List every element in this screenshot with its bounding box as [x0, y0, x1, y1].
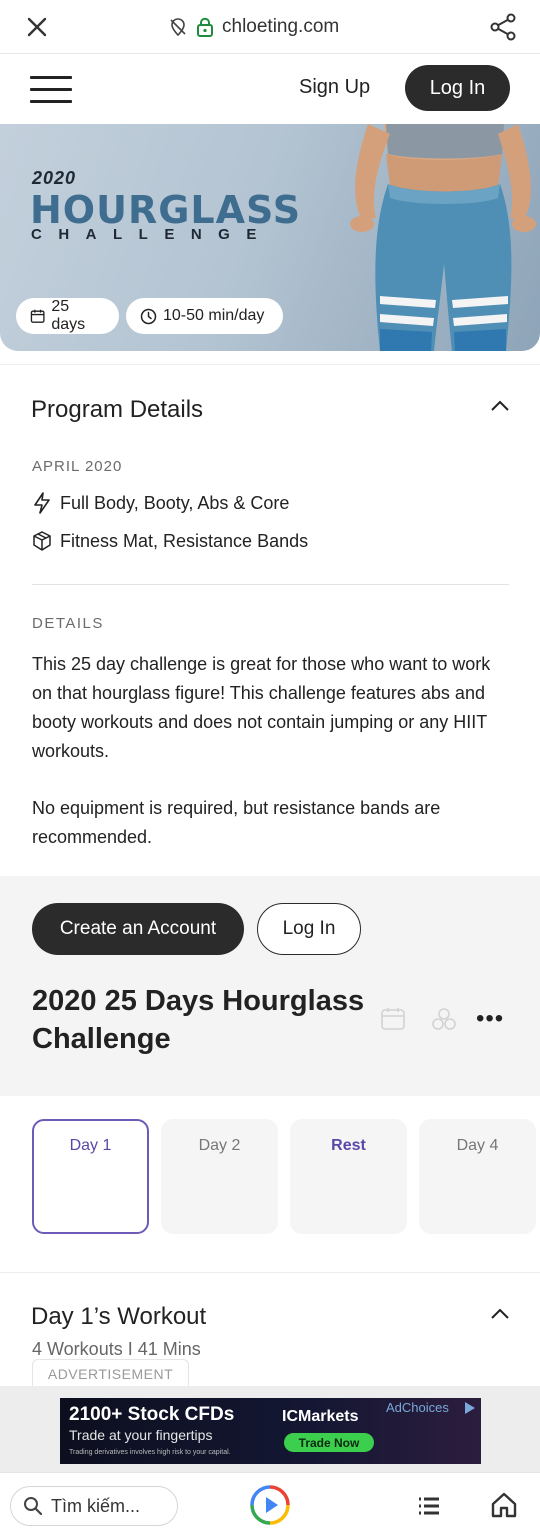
time-chip-label: 10-50 min/day [163, 307, 265, 324]
program-details-section: Program Details APRIL 2020 Full Body, Bo… [0, 364, 540, 876]
location-off-icon [170, 18, 186, 37]
more-options-icon[interactable]: ••• [476, 1006, 506, 1032]
calendar-add-icon[interactable] [380, 1006, 406, 1032]
day-card-rest[interactable]: Rest [290, 1119, 407, 1234]
hero-banner: 2020 HOURGLASS CHALLENGE 25 days 10-50 m… [0, 124, 540, 351]
program-description-equipment: No equipment is required, but resistance… [32, 798, 441, 847]
community-icon[interactable] [431, 1006, 457, 1032]
duration-chip-label: 25 days [51, 298, 86, 333]
day-card-1[interactable]: Day 1 [32, 1119, 149, 1234]
ad-banner[interactable]: 2100+ Stock CFDs Trade at your fingertip… [60, 1398, 481, 1464]
search-icon [24, 1497, 43, 1516]
lightning-icon [34, 492, 50, 514]
url-bar[interactable]: chloeting.com [168, 14, 339, 40]
menu-icon[interactable] [30, 76, 72, 104]
search-placeholder: Tìm kiếm... [51, 1495, 140, 1516]
create-account-button[interactable]: Create an Account [32, 903, 244, 955]
clock-icon [140, 308, 157, 324]
url-text: chloeting.com [222, 16, 340, 37]
day-selector: Day 1 Day 2 Rest Day 4 [0, 1096, 540, 1258]
signup-link[interactable]: Sign Up [299, 76, 370, 99]
ad-choices-label[interactable]: AdChoices [386, 1400, 449, 1415]
ad-cta-button[interactable]: Trade Now [284, 1433, 374, 1452]
chevron-up-icon[interactable] [488, 395, 512, 419]
lock-icon [197, 17, 213, 37]
equipment-row: Fitness Mat, Resistance Bands [32, 530, 308, 552]
box-icon [33, 531, 51, 551]
day-card-4[interactable]: Day 4 [419, 1119, 536, 1234]
ad-fineprint: Trading derivatives involves high risk t… [69, 1449, 231, 1456]
share-icon[interactable] [488, 12, 518, 42]
duration-chip: 25 days [16, 298, 119, 334]
focus-row: Full Body, Booty, Abs & Core [32, 492, 289, 514]
browser-toolbar: chloeting.com [0, 0, 540, 54]
workout-section: Day 1’s Workout 4 Workouts I 41 Mins ADV… [0, 1272, 540, 1392]
account-section: Create an Account Log In 2020 25 Days Ho… [0, 876, 540, 1096]
hero-model-image [350, 124, 536, 351]
login-button[interactable]: Log In [405, 65, 510, 111]
details-label: DETAILS [32, 615, 104, 632]
ad-subline: Trade at your fingertips [69, 1427, 213, 1443]
ad-zone: 2100+ Stock CFDs Trade at your fingertip… [0, 1386, 540, 1472]
divider [32, 584, 509, 585]
calendar-icon [30, 309, 45, 323]
workout-title: Day 1’s Workout [31, 1303, 207, 1330]
login-outline-button[interactable]: Log In [257, 903, 361, 955]
day-card-2[interactable]: Day 2 [161, 1119, 278, 1234]
workout-summary: 4 Workouts I 41 Mins [32, 1339, 201, 1359]
bottom-navigation: Tìm kiếm... [0, 1472, 540, 1537]
ad-headline: 2100+ Stock CFDs [69, 1404, 235, 1425]
equipment-text: Fitness Mat, Resistance Bands [60, 530, 309, 551]
play-icon[interactable] [250, 1485, 290, 1525]
challenge-title: 2020 25 Days Hourglass Challenge [32, 985, 365, 1055]
adchoices-icon[interactable] [462, 1400, 478, 1416]
hero-year: 2020 [32, 168, 77, 188]
search-input[interactable]: Tìm kiếm... [10, 1486, 178, 1526]
home-icon[interactable] [490, 1491, 518, 1519]
time-chip: 10-50 min/day [126, 298, 283, 334]
chevron-up-icon[interactable] [488, 1303, 512, 1327]
close-icon[interactable] [22, 12, 52, 42]
program-description: This 25 day challenge is great for those… [32, 654, 491, 761]
focus-text: Full Body, Booty, Abs & Core [60, 492, 290, 513]
ad-brand: ICMarkets [282, 1408, 359, 1425]
program-details-title: Program Details [31, 396, 204, 423]
hero-subtitle: CHALLENGE [31, 226, 273, 243]
site-header: Sign Up Log In [0, 54, 540, 126]
list-icon[interactable] [416, 1493, 442, 1519]
advertisement-label: ADVERTISEMENT [32, 1359, 189, 1387]
program-date: APRIL 2020 [32, 458, 123, 475]
